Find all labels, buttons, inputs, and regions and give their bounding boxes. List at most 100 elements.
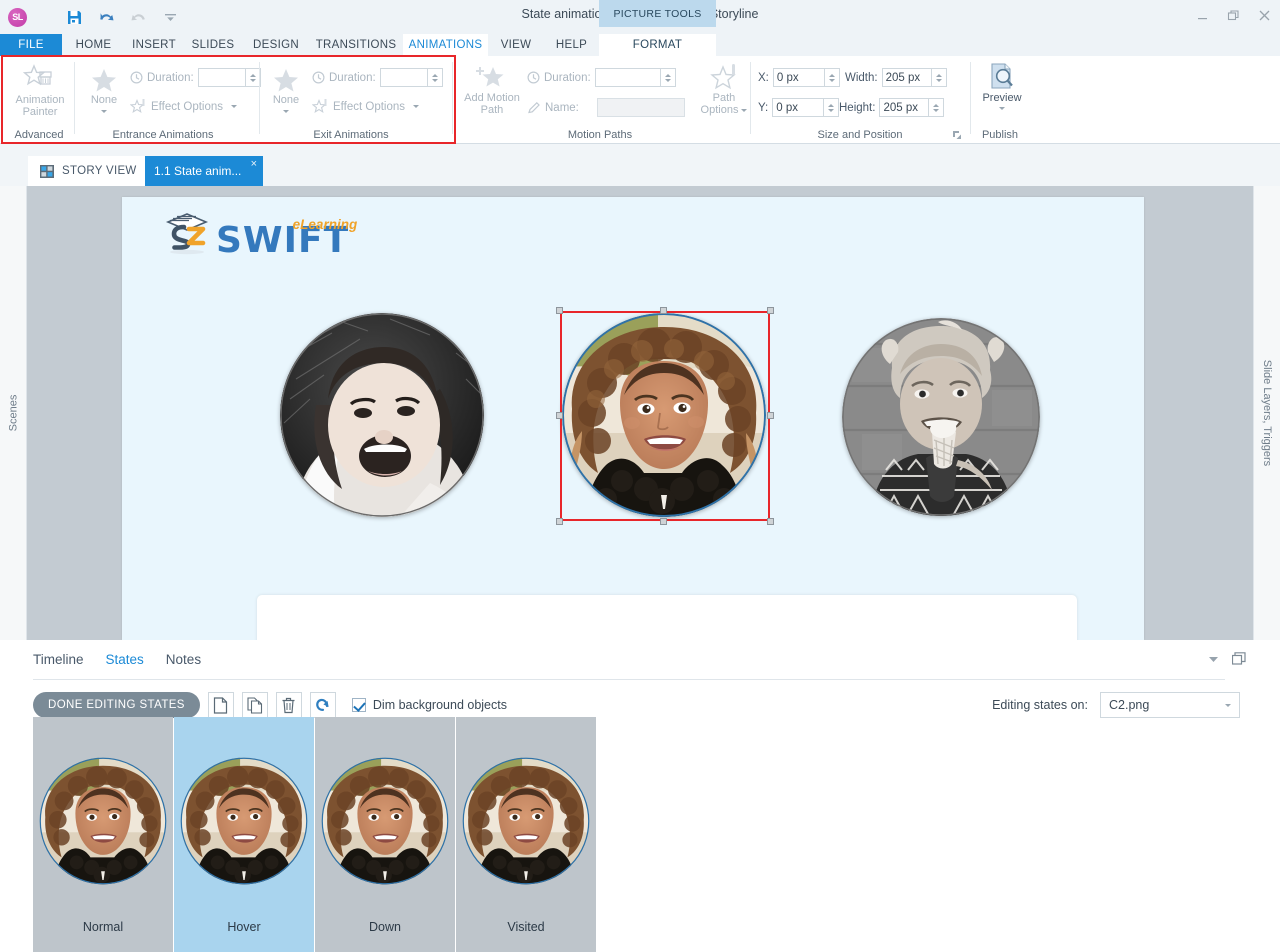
minimize-icon[interactable]	[1195, 8, 1210, 23]
panel-restore-window-icon[interactable]	[1232, 652, 1246, 665]
width-spinbox[interactable]	[881, 68, 947, 87]
state-label-visited: Visited	[507, 920, 545, 934]
x-input[interactable]	[772, 68, 825, 87]
new-state-icon[interactable]	[207, 692, 234, 718]
add-motion-path-button[interactable]: Add Motion Path	[457, 64, 527, 116]
exit-duration-row: Duration:	[312, 68, 443, 87]
slide-tab-1-1[interactable]: 1.1 State anim... ×	[145, 156, 263, 186]
tab-file[interactable]: FILE	[0, 34, 62, 56]
star-none-icon	[92, 69, 116, 92]
size-position-dialog-launcher-icon[interactable]	[952, 130, 962, 140]
resize-handle-n[interactable]	[660, 307, 667, 314]
scenes-panel-rail[interactable]: Scenes	[0, 186, 27, 640]
resize-handle-se[interactable]	[767, 518, 774, 525]
resize-handle-ne[interactable]	[767, 307, 774, 314]
dim-background-objects-checkbox[interactable]: Dim background objects	[351, 698, 507, 712]
height-arrows[interactable]	[929, 98, 945, 117]
entrance-effect-options-button[interactable]: Effect Options	[130, 98, 238, 115]
duplicate-state-icon[interactable]	[241, 692, 268, 718]
preview-icon	[991, 63, 1013, 89]
tab-notes[interactable]: Notes	[166, 652, 201, 667]
entrance-none-button[interactable]: None	[80, 66, 128, 113]
height-spinbox[interactable]	[879, 98, 945, 117]
slide-canvas-area[interactable]: SWIFT eLearning	[33, 186, 1225, 640]
y-input[interactable]	[772, 98, 825, 117]
tab-transitions[interactable]: TRANSITIONS	[309, 34, 403, 56]
exit-effect-options-button[interactable]: Effect Options	[312, 98, 420, 115]
tab-help[interactable]: HELP	[544, 34, 599, 56]
editing-states-on-dropdown[interactable]: C2.png	[1100, 692, 1240, 718]
state-thumb-hover	[180, 757, 308, 885]
close-icon[interactable]	[1257, 8, 1272, 23]
tab-design[interactable]: DESIGN	[243, 34, 309, 56]
entrance-duration-input[interactable]	[197, 68, 246, 87]
motion-name-row: Name:	[527, 98, 685, 117]
x-arrows[interactable]	[824, 68, 840, 87]
dim-checkbox-box[interactable]	[351, 698, 366, 712]
preview-button[interactable]: Preview	[978, 62, 1026, 110]
exit-duration-arrows[interactable]	[427, 68, 443, 87]
exit-none-button[interactable]: None	[262, 66, 310, 113]
tab-insert[interactable]: INSERT	[125, 34, 183, 56]
x-spinbox[interactable]	[772, 68, 840, 87]
motion-duration-arrows[interactable]	[660, 68, 676, 87]
story-view-tab[interactable]: STORY VIEW	[28, 156, 149, 186]
entrance-duration-spinbox[interactable]	[197, 68, 261, 87]
state-card-normal[interactable]: Normal	[33, 717, 173, 952]
motion-duration-spinbox[interactable]	[594, 68, 676, 87]
pencil-icon	[528, 101, 540, 113]
panel-collapse-dropdown-icon[interactable]	[1208, 655, 1219, 663]
motion-name-input[interactable]	[596, 98, 685, 117]
tab-view[interactable]: VIEW	[488, 34, 544, 56]
slide-layers-triggers-rail[interactable]: Slide Layers, Triggers	[1253, 186, 1280, 640]
resize-handle-w[interactable]	[556, 412, 563, 419]
tab-timeline[interactable]: Timeline	[33, 652, 84, 667]
photo-girl-grass-grayscale[interactable]	[280, 313, 484, 517]
resize-handle-s[interactable]	[660, 518, 667, 525]
tab-animations[interactable]: ANIMATIONS	[403, 34, 488, 56]
animation-painter-button[interactable]: Animation Painter	[12, 64, 68, 118]
path-options-dropdown-icon[interactable]	[741, 108, 748, 112]
slide-surface[interactable]: SWIFT eLearning	[122, 197, 1144, 640]
width-arrows[interactable]	[931, 68, 947, 87]
y-arrows[interactable]	[824, 98, 840, 117]
entrance-none-dropdown-icon[interactable]	[101, 110, 107, 113]
delete-state-icon[interactable]	[275, 692, 302, 718]
resize-handle-sw[interactable]	[556, 518, 563, 525]
exit-effect-options-label: Effect Options	[333, 100, 406, 113]
empty-text-box[interactable]	[257, 595, 1077, 640]
exit-none-dropdown-icon[interactable]	[283, 110, 289, 113]
width-input[interactable]	[881, 68, 932, 87]
state-card-hover[interactable]: Hover	[174, 717, 314, 952]
tab-slides[interactable]: SLIDES	[183, 34, 243, 56]
resize-handle-e[interactable]	[767, 412, 774, 419]
editing-states-dropdown-chevron-icon[interactable]	[1225, 703, 1231, 707]
edit-state-icon[interactable]	[309, 692, 336, 718]
editing-states-on-group: Editing states on: C2.png	[992, 692, 1240, 718]
exit-effect-options-dropdown-icon[interactable]	[413, 105, 420, 108]
slide-layers-rail-label: Slide Layers, Triggers	[1261, 359, 1274, 467]
tab-home[interactable]: HOME	[62, 34, 125, 56]
ribbon-group-entrance: None Duration: Effect Options Entrance A…	[76, 56, 261, 144]
resize-handle-nw[interactable]	[556, 307, 563, 314]
state-thumb-visited	[462, 757, 590, 885]
entrance-effect-options-dropdown-icon[interactable]	[231, 105, 238, 108]
done-editing-states-button[interactable]: DONE EDITING STATES	[33, 692, 200, 718]
height-input[interactable]	[879, 98, 930, 117]
exit-duration-spinbox[interactable]	[379, 68, 443, 87]
restore-icon[interactable]	[1226, 8, 1241, 23]
slide-tab-close-icon[interactable]: ×	[251, 158, 257, 170]
preview-dropdown-icon[interactable]	[999, 107, 1005, 110]
state-card-down[interactable]: Down	[315, 717, 455, 952]
editing-states-on-value: C2.png	[1109, 698, 1150, 712]
photo-boy-icecream-grayscale[interactable]	[842, 318, 1040, 516]
y-spinbox[interactable]	[772, 98, 840, 117]
tab-states[interactable]: States	[106, 652, 144, 667]
exit-duration-input[interactable]	[379, 68, 428, 87]
tab-format[interactable]: FORMAT	[599, 34, 716, 56]
motion-duration-label: Duration:	[544, 71, 591, 84]
animation-painter-label-2: Painter	[22, 106, 58, 118]
path-options-button[interactable]: Path Options	[697, 64, 751, 116]
motion-duration-input[interactable]	[594, 68, 661, 87]
state-card-visited[interactable]: Visited	[456, 717, 596, 952]
